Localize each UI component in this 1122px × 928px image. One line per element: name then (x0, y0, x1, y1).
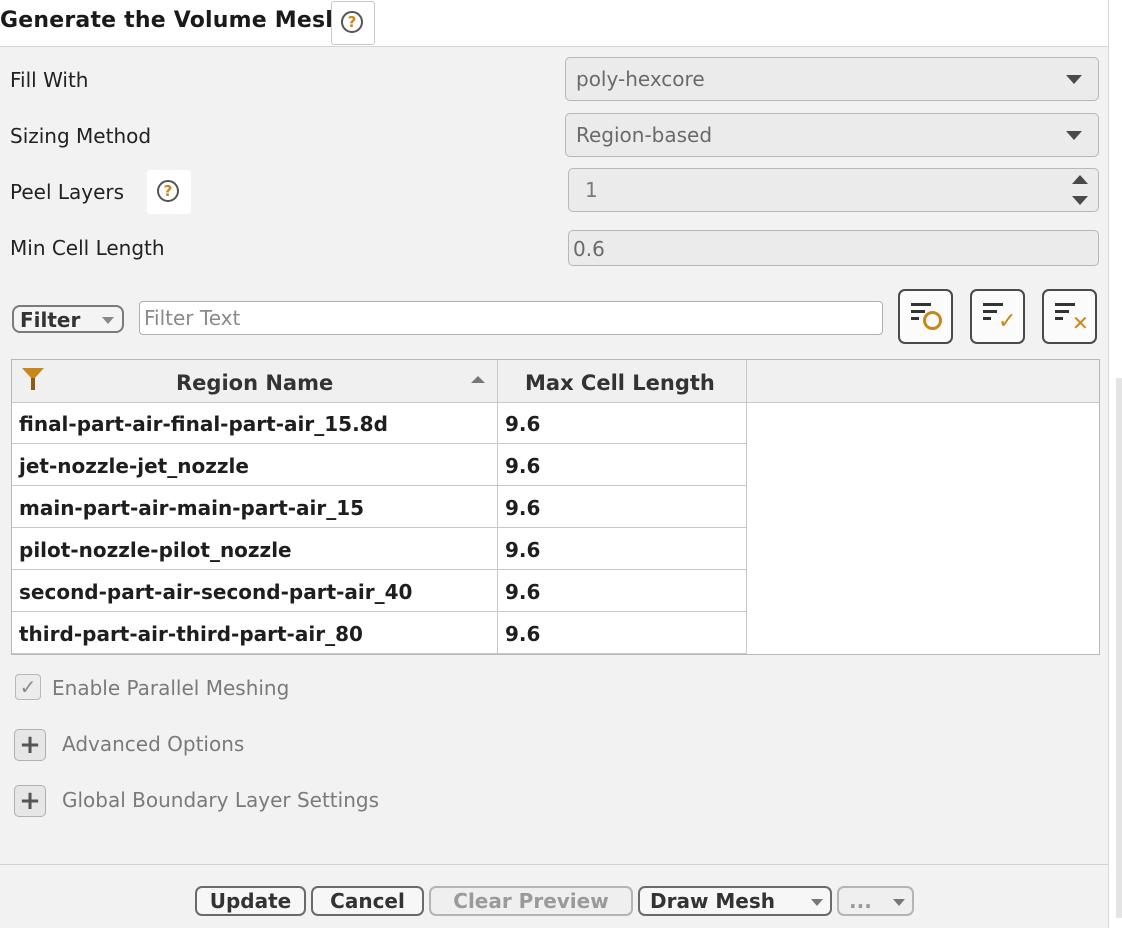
chevron-down-icon (102, 317, 114, 324)
increment-icon[interactable] (1072, 175, 1088, 184)
region-name-column-header[interactable]: Region Name (12, 360, 498, 402)
region-name-cell: pilot-nozzle-pilot_nozzle (12, 528, 498, 570)
region-name-cell: second-part-air-second-part-air_40 (12, 570, 498, 612)
region-name-cell: jet-nozzle-jet_nozzle (12, 444, 498, 486)
filter-clear-button[interactable]: ✕ (1042, 289, 1097, 344)
peel-layers-stepper[interactable]: 1 (568, 168, 1099, 212)
sizing-method-value: Region-based (576, 123, 713, 147)
checkmark-icon: ✓ (19, 675, 37, 699)
column-header-label: Max Cell Length (525, 371, 715, 395)
plus-icon: + (19, 786, 41, 816)
x-badge-icon: ✕ (1072, 311, 1089, 335)
fill-with-value: poly-hexcore (576, 67, 705, 91)
table-header: Region Name Max Cell Length (12, 360, 1099, 403)
volume-mesh-panel: Generate the Volume Mesh ? Fill With pol… (0, 0, 1109, 928)
filter-text-input[interactable] (139, 301, 883, 335)
sort-ascending-icon (471, 376, 485, 383)
chevron-down-icon (1066, 131, 1082, 140)
max-cell-length-cell[interactable]: 9.6 (498, 402, 747, 444)
clear-preview-button[interactable]: Clear Preview (429, 886, 633, 916)
parallel-meshing-checkbox[interactable]: ✓ (15, 674, 41, 700)
help-icon: ? (157, 180, 179, 202)
chevron-down-icon (811, 899, 823, 906)
scrollbar[interactable] (1116, 378, 1122, 918)
plus-icon: + (19, 730, 41, 760)
fill-with-dropdown[interactable]: poly-hexcore (565, 57, 1099, 101)
column-header-label: Region Name (176, 371, 334, 395)
cancel-button[interactable]: Cancel (311, 886, 424, 916)
draw-mesh-label: Draw Mesh (650, 889, 776, 913)
help-icon: ? (341, 11, 363, 33)
advanced-options-expand-button[interactable]: + (14, 729, 46, 761)
update-button[interactable]: Update (195, 886, 306, 916)
max-cell-length-cell[interactable]: 9.6 (498, 612, 747, 654)
min-cell-length-field: 0.6 (568, 230, 1099, 266)
filter-menu-button[interactable]: Filter (12, 305, 124, 333)
chevron-down-icon (1066, 75, 1082, 84)
max-cell-length-cell[interactable]: 9.6 (498, 486, 747, 528)
filter-select-all-button[interactable]: ✓ (970, 289, 1025, 344)
global-boundary-label[interactable]: Global Boundary Layer Settings (62, 788, 379, 812)
min-cell-length-label: Min Cell Length (10, 236, 165, 260)
fill-with-label: Fill With (10, 68, 89, 92)
max-cell-length-cell[interactable]: 9.6 (498, 444, 747, 486)
max-cell-length-column-header[interactable]: Max Cell Length (498, 360, 747, 402)
circle-badge-icon (923, 311, 942, 330)
sizing-method-label: Sizing Method (10, 124, 152, 148)
region-name-cell: final-part-air-final-part-air_15.8d (12, 402, 498, 444)
check-badge-icon: ✓ (998, 309, 1017, 334)
region-table: Region Name Max Cell Length final-part-a… (11, 359, 1100, 655)
peel-layers-label: Peel Layers (10, 180, 125, 204)
max-cell-length-cell[interactable]: 9.6 (498, 570, 747, 612)
advanced-options-label[interactable]: Advanced Options (62, 732, 244, 756)
title-help-button[interactable]: ? (331, 1, 375, 45)
chevron-down-icon (893, 899, 905, 906)
max-cell-length-cell[interactable]: 9.6 (498, 528, 747, 570)
filter-button-label: Filter (20, 308, 81, 332)
global-boundary-expand-button[interactable]: + (14, 785, 46, 817)
region-name-cell: main-part-air-main-part-air_15 (12, 486, 498, 528)
peel-layers-value: 1 (585, 178, 598, 202)
peel-layers-help-button[interactable]: ? (147, 170, 191, 214)
filter-options-button[interactable] (898, 289, 953, 344)
decrement-icon[interactable] (1072, 196, 1088, 205)
footer-divider (0, 864, 1108, 865)
parallel-meshing-label: Enable Parallel Meshing (52, 676, 290, 700)
min-cell-length-value: 0.6 (573, 237, 605, 261)
sizing-method-dropdown[interactable]: Region-based (565, 113, 1099, 157)
more-actions-button[interactable]: ... (837, 886, 914, 916)
region-name-cell: third-part-air-third-part-air_80 (12, 612, 498, 654)
draw-mesh-button[interactable]: Draw Mesh (638, 886, 832, 916)
panel-title: Generate the Volume Mesh (0, 8, 342, 33)
more-label: ... (849, 889, 872, 913)
panel-header: Generate the Volume Mesh ? (0, 0, 1108, 47)
